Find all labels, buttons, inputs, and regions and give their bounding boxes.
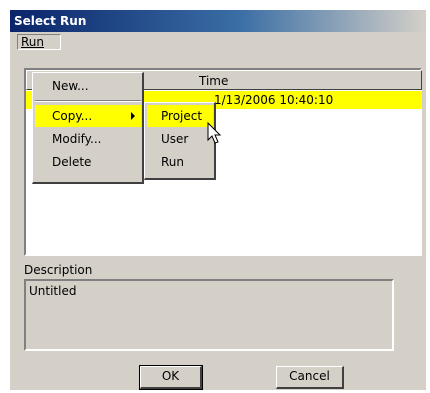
description-label: Description <box>24 263 93 277</box>
menu-item-copy-label: Copy... <box>52 109 93 123</box>
menu-item-new-label: New... <box>52 79 89 93</box>
submenu-item-run-label: Run <box>161 155 185 169</box>
menu-item-copy[interactable]: Copy... <box>35 105 141 127</box>
submenu-item-project[interactable]: Project <box>147 105 213 127</box>
menu-item-modify[interactable]: Modify... <box>35 128 141 150</box>
description-field[interactable]: Untitled <box>24 279 394 351</box>
select-run-dialog: Select Run Run Time 1/13/2006 10:40:10 D… <box>10 10 426 390</box>
submenu-item-user-label: User <box>161 132 189 146</box>
menu-item-delete-label: Delete <box>52 155 92 169</box>
menu-separator <box>35 100 141 102</box>
column-header-time-label: Time <box>199 74 229 88</box>
copy-submenu: Project User Run <box>144 102 216 180</box>
submenu-item-project-label: Project <box>161 109 203 123</box>
menu-item-delete[interactable]: Delete <box>35 151 141 173</box>
submenu-item-run[interactable]: Run <box>147 151 213 173</box>
run-menu: New... Copy... Modify... Delete <box>32 72 144 184</box>
cancel-button[interactable]: Cancel <box>276 366 344 389</box>
menu-item-modify-label: Modify... <box>52 132 102 146</box>
window-title: Select Run <box>10 10 426 32</box>
menu-run[interactable]: Run <box>17 34 61 50</box>
menu-run-label: Run <box>21 35 45 49</box>
description-value: Untitled <box>29 284 77 298</box>
mouse-pointer-icon <box>207 122 222 144</box>
row-time: 1/13/2006 10:40:10 <box>214 93 334 107</box>
submenu-item-user[interactable]: User <box>147 128 213 150</box>
menu-item-new[interactable]: New... <box>35 75 141 97</box>
submenu-arrow-icon <box>131 112 135 120</box>
ok-button[interactable]: OK <box>139 365 203 390</box>
menu-bar: Run <box>10 33 426 51</box>
